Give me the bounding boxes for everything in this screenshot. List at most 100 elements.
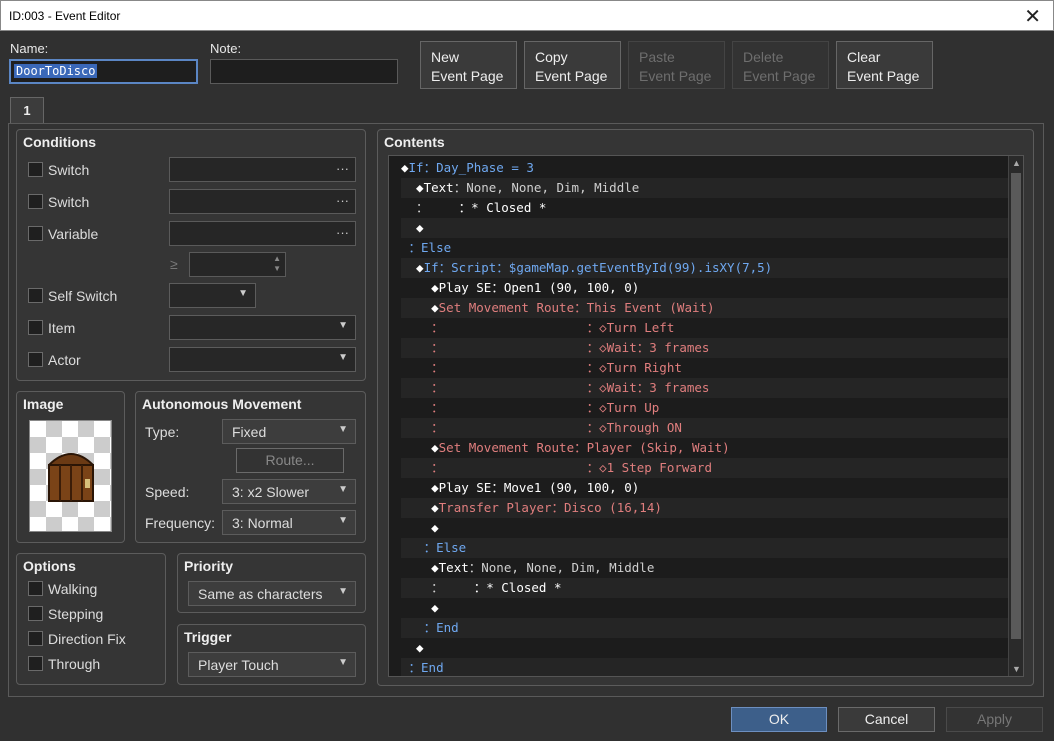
command-line[interactable]: ◆Text：None, None, Dim, Middle xyxy=(401,178,1010,198)
trigger-dropdown[interactable]: Player Touch ▼ xyxy=(188,652,356,677)
spinner-arrows-icon[interactable]: ▲ ▼ xyxy=(273,254,281,274)
speed-label: Speed: xyxy=(145,484,190,500)
command-line[interactable]: ◆Set Movement Route：Player (Skip, Wait) xyxy=(401,438,1010,458)
self-switch-label: Self Switch xyxy=(48,288,118,304)
scrollbar-thumb[interactable] xyxy=(1011,173,1021,639)
command-line[interactable]: ◆Transfer Player：Disco (16,14) xyxy=(401,498,1010,518)
route-button[interactable]: Route... xyxy=(236,448,344,473)
priority-dropdown[interactable]: Same as characters ▼ xyxy=(188,581,356,606)
command-line[interactable]: ◆ xyxy=(401,518,1010,538)
command-line[interactable]: ◆If：Script：$gameMap.getEventById(99).isX… xyxy=(401,258,1010,278)
chevron-down-icon: ▼ xyxy=(338,657,348,668)
cancel-button[interactable]: Cancel xyxy=(838,707,935,732)
command-line[interactable]: ◆ xyxy=(401,218,1010,238)
direction-fix-checkbox[interactable] xyxy=(28,631,43,646)
command-text: Transfer Player xyxy=(438,500,552,515)
item-checkbox[interactable] xyxy=(28,320,43,335)
direction-fix-label: Direction Fix xyxy=(48,631,126,647)
image-group: Image xyxy=(16,391,125,543)
variable-field[interactable]: ··· xyxy=(169,221,356,246)
switch2-field[interactable]: ··· xyxy=(169,189,356,214)
type-label: Type: xyxy=(145,424,180,440)
command-text: ◇Through ON xyxy=(599,420,682,435)
self-switch-dropdown[interactable]: ▼ xyxy=(169,283,256,308)
speed-dropdown[interactable]: 3: x2 Slower ▼ xyxy=(222,479,356,504)
command-line[interactable]: ：Else xyxy=(401,538,1010,558)
command-line[interactable]: ◆Play SE：Open1 (90, 100, 0) xyxy=(401,278,1010,298)
command-text: ：End xyxy=(401,620,459,635)
paste-event-page-button[interactable]: Paste Event Page xyxy=(628,41,725,89)
command-text: ◇Wait：3 frames xyxy=(599,380,710,395)
command-line[interactable]: ： ：◇Turn Up xyxy=(401,398,1010,418)
command-line[interactable]: ◆Play SE：Move1 (90, 100, 0) xyxy=(401,478,1010,498)
name-label: Name: xyxy=(10,41,49,56)
variable-checkbox[interactable] xyxy=(28,226,43,241)
autonomous-movement-title: Autonomous Movement xyxy=(142,396,302,412)
event-image-preview[interactable] xyxy=(29,420,112,532)
command-text: ：End xyxy=(401,660,444,675)
ellipsis-icon: ··· xyxy=(336,193,349,208)
command-text: ：None, None, Dim, Middle xyxy=(453,180,640,195)
command-line[interactable]: ◆Text：None, None, Dim, Middle xyxy=(401,558,1010,578)
command-line[interactable]: ： ：* Closed * xyxy=(401,578,1010,598)
actor-dropdown[interactable]: ▼ xyxy=(169,347,356,372)
actor-checkbox[interactable] xyxy=(28,352,43,367)
command-line[interactable]: ：Else xyxy=(401,238,1010,258)
frequency-dropdown[interactable]: 3: Normal ▼ xyxy=(222,510,356,535)
autonomous-movement-group: Autonomous Movement Type: Fixed ▼ Route..… xyxy=(135,391,366,543)
command-line[interactable]: ： ：◇Wait：3 frames xyxy=(401,338,1010,358)
self-switch-checkbox[interactable] xyxy=(28,288,43,303)
command-text: ：Else xyxy=(401,240,452,255)
ok-button[interactable]: OK xyxy=(731,707,827,732)
command-text: ： ： xyxy=(401,460,600,475)
contents-scrollbar[interactable]: ▲ ▼ xyxy=(1008,156,1023,676)
command-line[interactable]: ◆Set Movement Route：This Event (Wait) xyxy=(401,298,1010,318)
note-field[interactable] xyxy=(210,59,398,84)
command-line[interactable]: ： ：◇Through ON xyxy=(401,418,1010,438)
command-line[interactable]: ： ：* Closed * xyxy=(401,198,1010,218)
type-dropdown[interactable]: Fixed ▼ xyxy=(222,419,356,444)
command-text: ◆ xyxy=(401,480,439,495)
command-line[interactable]: ： ：◇1 Step Forward xyxy=(401,458,1010,478)
name-value: DoorToDisco xyxy=(14,64,98,78)
copy-event-page-button[interactable]: Copy Event Page xyxy=(524,41,621,89)
command-line[interactable]: ◆ xyxy=(401,638,1010,658)
apply-button[interactable]: Apply xyxy=(946,707,1043,732)
walking-checkbox[interactable] xyxy=(28,581,43,596)
close-icon[interactable]: ✕ xyxy=(1024,4,1041,29)
item-dropdown[interactable]: ▼ xyxy=(169,315,356,340)
clear-event-page-button[interactable]: Clear Event Page xyxy=(836,41,933,89)
command-text: ◆ xyxy=(401,440,439,455)
scroll-up-icon[interactable]: ▲ xyxy=(1012,158,1021,168)
chevron-down-icon: ▼ xyxy=(338,352,348,363)
scroll-down-icon[interactable]: ▼ xyxy=(1012,664,1021,674)
command-line[interactable]: ： ：◇Wait：3 frames xyxy=(401,378,1010,398)
switch1-field[interactable]: ··· xyxy=(169,157,356,182)
command-line[interactable]: ◆ xyxy=(401,598,1010,618)
variable-value-spinner[interactable]: ▲ ▼ xyxy=(189,252,286,277)
command-line[interactable]: ◆If：Day_Phase = 3 xyxy=(401,158,1010,178)
command-text: ：Else xyxy=(401,540,467,555)
command-line[interactable]: ：End xyxy=(401,618,1010,638)
ellipsis-icon: ··· xyxy=(336,161,349,176)
contents-title: Contents xyxy=(384,134,445,150)
command-text: ：Day_Phase = 3 xyxy=(423,160,534,175)
command-text: Play SE xyxy=(438,280,492,295)
command-line[interactable]: ： ：◇Turn Left xyxy=(401,318,1010,338)
command-text: ◆ xyxy=(401,280,439,295)
stepping-checkbox[interactable] xyxy=(28,606,43,621)
through-label: Through xyxy=(48,656,101,672)
switch2-checkbox[interactable] xyxy=(28,194,43,209)
switch1-checkbox[interactable] xyxy=(28,162,43,177)
event-command-list[interactable]: ◆If：Day_Phase = 3 ◆Text：None, None, Dim,… xyxy=(388,155,1024,677)
command-text: Text xyxy=(423,180,454,195)
through-checkbox[interactable] xyxy=(28,656,43,671)
command-line[interactable]: ：End xyxy=(401,658,1010,676)
name-field[interactable]: DoorToDisco xyxy=(9,59,198,84)
chevron-down-icon: ▼ xyxy=(338,320,348,331)
new-event-page-button[interactable]: New Event Page xyxy=(420,41,517,89)
tab-page-1[interactable]: 1 xyxy=(10,97,44,124)
delete-event-page-button[interactable]: Delete Event Page xyxy=(732,41,829,89)
command-line[interactable]: ： ：◇Turn Right xyxy=(401,358,1010,378)
command-text: ：Open1 (90, 100, 0) xyxy=(491,280,640,295)
